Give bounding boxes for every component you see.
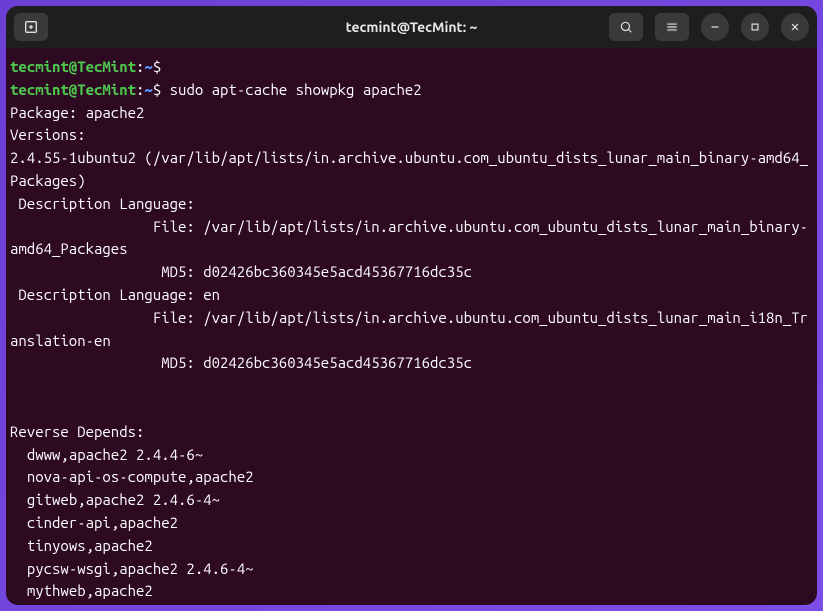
output-text: dwww,apache2 2.4.4-6~ (10, 446, 203, 463)
terminal-line: pycsw-wsgi,apache2 2.4.6-4~ (10, 558, 813, 581)
terminal-line: MD5: d02426bc360345e5acd45367716dc35c (10, 352, 813, 375)
titlebar-right (609, 13, 809, 41)
terminal-line: Reverse Depends: (10, 421, 813, 444)
search-button[interactable] (609, 13, 643, 41)
output-text: Versions: (10, 126, 86, 143)
close-icon (788, 20, 802, 34)
terminal-line: Package: apache2 (10, 102, 813, 125)
output-text: Reverse Depends: (10, 423, 144, 440)
output-text: File: /var/lib/apt/lists/in.archive.ubun… (10, 309, 808, 349)
terminal-line (10, 375, 813, 398)
prompt-path: ~ (144, 58, 152, 75)
output-text: Package: apache2 (10, 104, 144, 121)
titlebar: tecmint@TecMint: ~ (6, 6, 817, 48)
titlebar-left (14, 13, 48, 41)
close-button[interactable] (781, 13, 809, 41)
new-tab-button[interactable] (14, 13, 48, 41)
terminal-line: File: /var/lib/apt/lists/in.archive.ubun… (10, 216, 813, 262)
terminal-window: tecmint@TecMint: ~ (6, 6, 817, 605)
terminal-line: tecmint@TecMint:~$ sudo apt-cache showpk… (10, 79, 813, 102)
output-text: tinyows,apache2 (10, 537, 153, 554)
prompt-user-host: tecmint@TecMint (10, 81, 136, 98)
output-text: MD5: d02426bc360345e5acd45367716dc35c (10, 263, 472, 280)
minimize-button[interactable] (701, 13, 729, 41)
terminal-line: cinder-api,apache2 (10, 512, 813, 535)
terminal-line: nova-api-os-compute,apache2 (10, 466, 813, 489)
search-icon (619, 20, 633, 34)
prompt-symbol: $ (153, 58, 170, 75)
terminal-line: tecmint@TecMint:~$ (10, 56, 813, 79)
prompt-symbol: $ (153, 81, 170, 98)
terminal-line (10, 398, 813, 421)
maximize-icon (748, 20, 762, 34)
terminal-line: Description Language: (10, 193, 813, 216)
window-title: tecmint@TecMint: ~ (346, 19, 478, 35)
terminal-content[interactable]: tecmint@TecMint:~$ tecmint@TecMint:~$ su… (6, 48, 817, 605)
terminal-line: 2.4.55-1ubuntu2 (/var/lib/apt/lists/in.a… (10, 147, 813, 193)
menu-button[interactable] (655, 13, 689, 41)
terminal-line: MD5: d02426bc360345e5acd45367716dc35c (10, 261, 813, 284)
terminal-line: Description Language: en (10, 284, 813, 307)
prompt-path: ~ (144, 81, 152, 98)
terminal-line: dwww,apache2 2.4.4-6~ (10, 444, 813, 467)
output-text: 2.4.55-1ubuntu2 (/var/lib/apt/lists/in.a… (10, 149, 808, 189)
output-text: cinder-api,apache2 (10, 514, 178, 531)
minimize-icon (708, 20, 722, 34)
terminal-line: gitweb,apache2 2.4.6-4~ (10, 489, 813, 512)
output-text: MD5: d02426bc360345e5acd45367716dc35c (10, 354, 472, 371)
prompt-user-host: tecmint@TecMint (10, 58, 136, 75)
output-text: pycsw-wsgi,apache2 2.4.6-4~ (10, 560, 254, 577)
output-text: File: /var/lib/apt/lists/in.archive.ubun… (10, 218, 808, 258)
terminal-line: File: /var/lib/apt/lists/in.archive.ubun… (10, 307, 813, 353)
terminal-line: tinyows,apache2 (10, 535, 813, 558)
maximize-button[interactable] (741, 13, 769, 41)
output-text: nova-api-os-compute,apache2 (10, 468, 254, 485)
output-text: gitweb,apache2 2.4.6-4~ (10, 491, 220, 508)
terminal-line: mythweb,apache2 (10, 580, 813, 603)
terminal-line: Versions: (10, 124, 813, 147)
output-text: mythweb,apache2 (10, 582, 153, 599)
output-text: Description Language: (10, 195, 195, 212)
new-tab-icon (23, 19, 39, 35)
command-text: sudo apt-cache showpkg apache2 (170, 81, 422, 98)
hamburger-icon (665, 20, 679, 34)
output-text: Description Language: en (10, 286, 220, 303)
